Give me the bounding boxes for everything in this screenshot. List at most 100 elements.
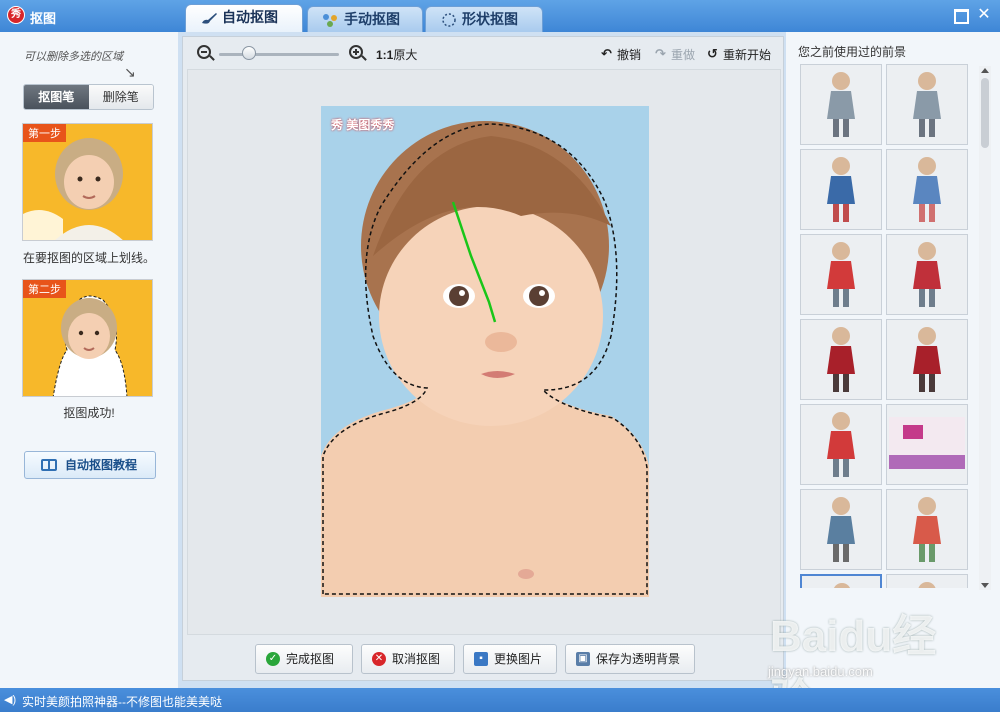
figure-icon bbox=[913, 72, 941, 137]
tutorial-label: 自动抠图教程 bbox=[65, 458, 138, 472]
app-logo: 秀 bbox=[7, 6, 25, 24]
close-icon[interactable]: ✕ bbox=[976, 7, 992, 23]
right-panel: 您之前使用过的前景 bbox=[786, 32, 1000, 688]
foreground-thumbnail[interactable] bbox=[800, 234, 882, 315]
foreground-thumbnail[interactable] bbox=[886, 574, 968, 588]
figure-icon bbox=[913, 242, 941, 307]
step-one-image: 第一步 bbox=[22, 123, 153, 241]
step-two-caption: 抠图成功! bbox=[63, 406, 115, 420]
zoom-slider-thumb[interactable] bbox=[242, 46, 256, 60]
step-badge: 第二步 bbox=[23, 280, 66, 298]
redo-button[interactable]: ↷ 重做 bbox=[655, 46, 695, 63]
foreground-thumbnail[interactable] bbox=[800, 574, 882, 588]
restart-label: 重新开始 bbox=[723, 48, 772, 62]
restart-icon: ↺ bbox=[707, 46, 718, 61]
pen-selector: 抠图笔 删除笔 bbox=[23, 84, 154, 110]
tab-label: 自动抠图 bbox=[222, 9, 278, 25]
picture-icon bbox=[889, 417, 965, 469]
tab-manual-cutout[interactable]: 手动抠图 bbox=[307, 6, 423, 32]
zoom-slider[interactable] bbox=[219, 53, 339, 56]
shape-icon bbox=[442, 13, 456, 27]
undo-icon: ↶ bbox=[601, 46, 612, 61]
figure-icon bbox=[833, 583, 851, 588]
zoom-text: 原大 bbox=[393, 48, 418, 62]
scroll-down-icon[interactable] bbox=[981, 583, 989, 588]
undo-button[interactable]: ↶ 撤销 bbox=[601, 46, 641, 63]
foreground-thumbnail[interactable] bbox=[886, 64, 968, 145]
status-bar: ◀) 实时美颜拍照神器--不修图也能美美哒 bbox=[0, 688, 1000, 712]
figure-icon bbox=[827, 157, 855, 222]
action-buttons: ✓ 完成抠图 ✕ 取消抠图 ▪ 更换图片 ▣ 保存为透明背景 bbox=[183, 642, 783, 676]
undo-label: 撤销 bbox=[617, 48, 642, 62]
save-transparent-button[interactable]: ▣ 保存为透明背景 bbox=[565, 644, 695, 674]
points-icon bbox=[323, 14, 337, 27]
zoom-actual-size[interactable]: 1:1原大 bbox=[376, 46, 417, 63]
figure-icon bbox=[827, 497, 855, 562]
canvas-area[interactable]: 秀 美图秀秀 bbox=[187, 69, 781, 635]
foreground-thumbnail[interactable] bbox=[800, 404, 882, 485]
foreground-thumbnail[interactable] bbox=[886, 234, 968, 315]
brush-icon bbox=[202, 13, 217, 24]
figure-icon bbox=[913, 327, 941, 392]
finish-cutout-button[interactable]: ✓ 完成抠图 bbox=[255, 644, 353, 674]
figure-icon bbox=[913, 157, 941, 222]
watermark-sub: jingyan.baidu.com bbox=[768, 664, 873, 679]
step-badge: 第一步 bbox=[23, 124, 66, 142]
save-label: 保存为透明背景 bbox=[596, 652, 681, 666]
tab-label: 形状抠图 bbox=[462, 11, 518, 27]
foreground-thumbnail[interactable] bbox=[886, 319, 968, 400]
hint-text: 可以删除多选的区域 bbox=[24, 50, 123, 63]
check-icon: ✓ bbox=[266, 652, 280, 666]
cancel-icon: ✕ bbox=[372, 652, 386, 666]
baby-photo bbox=[321, 106, 649, 597]
figure-icon bbox=[827, 242, 855, 307]
left-panel: 可以删除多选的区域 ↘ 抠图笔 删除笔 第一步 在要抠图的区域上划线。 第二步 bbox=[0, 32, 178, 688]
change-label: 更换图片 bbox=[494, 652, 543, 666]
foreground-thumbnail[interactable] bbox=[800, 64, 882, 145]
figure-icon bbox=[827, 412, 855, 477]
picture-icon: ▪ bbox=[474, 652, 488, 666]
foreground-thumbnail[interactable] bbox=[886, 489, 968, 570]
foreground-thumbnail[interactable] bbox=[886, 404, 968, 485]
cutout-pen-button[interactable]: 抠图笔 bbox=[24, 85, 89, 109]
book-icon bbox=[41, 459, 57, 471]
figure-icon bbox=[827, 327, 855, 392]
meitu-logo-mark: 秀 bbox=[331, 118, 344, 132]
change-image-button[interactable]: ▪ 更换图片 bbox=[463, 644, 557, 674]
maximize-icon[interactable] bbox=[952, 7, 969, 24]
zoom-ratio: 1:1 bbox=[376, 48, 394, 62]
history-title: 您之前使用过的前景 bbox=[798, 45, 907, 59]
watermark: Baidu经验 jingyan.baidu.com bbox=[760, 600, 980, 712]
speaker-icon[interactable]: ◀) bbox=[4, 694, 16, 706]
curved-arrow-icon: ↘ bbox=[124, 64, 136, 80]
restart-button[interactable]: ↺ 重新开始 bbox=[707, 46, 771, 63]
foreground-thumbnail[interactable] bbox=[800, 489, 882, 570]
zoom-in-icon[interactable] bbox=[349, 45, 367, 61]
scroll-up-icon[interactable] bbox=[981, 68, 989, 73]
tutorial-button[interactable]: 自动抠图教程 bbox=[24, 451, 156, 479]
photo-canvas[interactable]: 秀 美图秀秀 bbox=[321, 106, 649, 597]
erase-pen-button[interactable]: 删除笔 bbox=[88, 85, 153, 109]
foreground-thumbnails bbox=[800, 64, 972, 588]
finish-label: 完成抠图 bbox=[286, 652, 335, 666]
cancel-cutout-button[interactable]: ✕ 取消抠图 bbox=[361, 644, 455, 674]
editor-toolbar: 1:1原大 ↶ 撤销 ↷ 重做 ↺ 重新开始 bbox=[183, 37, 783, 69]
thumbnails-scrollbar[interactable] bbox=[979, 66, 991, 590]
tab-shape-cutout[interactable]: 形状抠图 bbox=[425, 6, 543, 32]
tab-label: 手动抠图 bbox=[344, 11, 400, 27]
tab-auto-cutout[interactable]: 自动抠图 bbox=[185, 4, 303, 32]
editor-panel: 1:1原大 ↶ 撤销 ↷ 重做 ↺ 重新开始 秀 美图秀秀 ✓ 完成抠图 ✕ 取… bbox=[182, 36, 784, 681]
title-bar: 秀 抠图 自动抠图 手动抠图 形状抠图 ✕ bbox=[0, 0, 1000, 32]
status-text[interactable]: 实时美颜拍照神器--不修图也能美美哒 bbox=[22, 693, 222, 710]
redo-icon: ↷ bbox=[655, 46, 666, 61]
foreground-thumbnail[interactable] bbox=[800, 149, 882, 230]
scrollbar-thumb[interactable] bbox=[981, 78, 989, 148]
foreground-thumbnail[interactable] bbox=[886, 149, 968, 230]
window-title: 抠图 bbox=[30, 11, 57, 26]
meitu-logo: 秀 美图秀秀 bbox=[331, 116, 394, 133]
zoom-out-icon[interactable] bbox=[197, 45, 215, 61]
foreground-thumbnail[interactable] bbox=[800, 319, 882, 400]
step-two-image: 第二步 bbox=[22, 279, 153, 397]
figure-icon bbox=[827, 72, 855, 137]
step-one-caption: 在要抠图的区域上划线。 bbox=[22, 251, 155, 265]
